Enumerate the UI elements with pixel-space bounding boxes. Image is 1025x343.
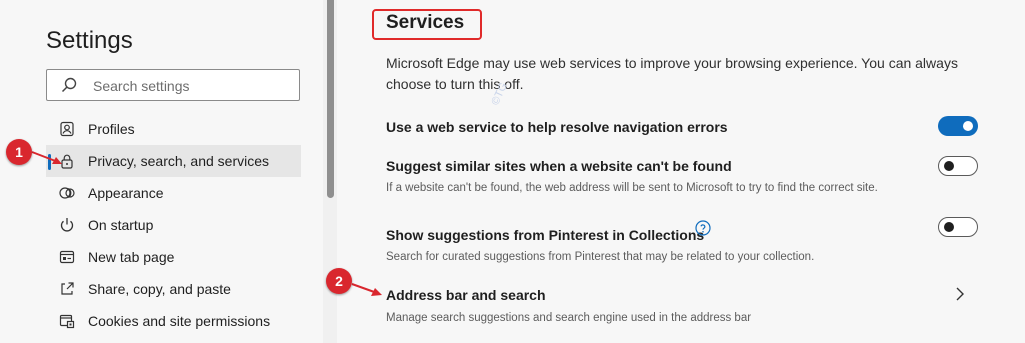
annotation-arrows [31,151,382,296]
annotation-badge-1: 1 [6,139,32,165]
annotation-badge-2: 2 [326,268,352,294]
